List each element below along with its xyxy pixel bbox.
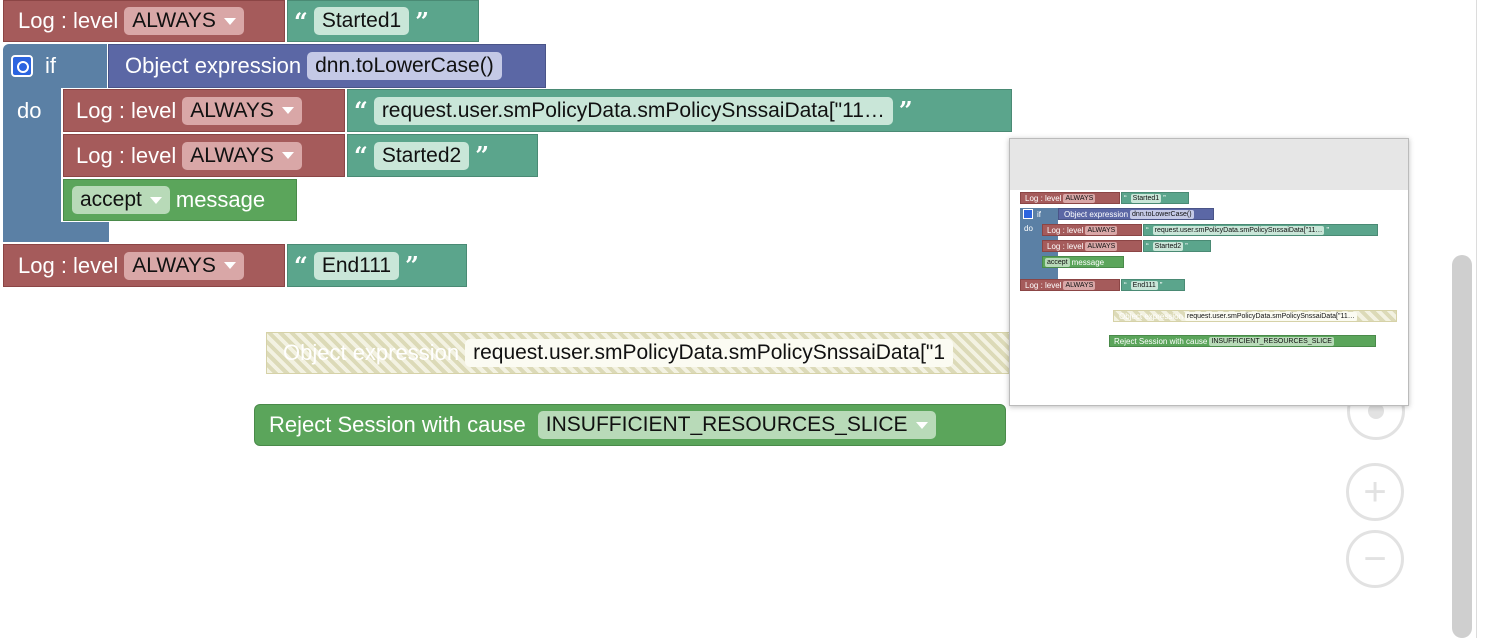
minimap-log-block-3: Log : level ALWAYS — [1042, 240, 1142, 252]
minus-icon: − — [1363, 536, 1387, 581]
minimap-viewport[interactable] — [1010, 139, 1408, 190]
close-quote-icon: ” — [475, 141, 490, 170]
text-field[interactable]: End111 — [313, 251, 400, 280]
minimap-accept-block: accept message — [1042, 256, 1124, 268]
open-quote-icon: “ — [294, 6, 308, 36]
close-quote-icon: ” — [405, 251, 419, 280]
log-block-1[interactable]: Log : level ALWAYS — [3, 0, 285, 42]
reject-session-block[interactable]: Reject Session with cause INSUFFICIENT_R… — [254, 404, 1006, 446]
log-label: Log : level — [18, 8, 119, 33]
if-label: if — [45, 53, 56, 78]
chevron-down-icon — [281, 107, 294, 115]
log-block-3[interactable]: Log : level ALWAYS — [63, 134, 345, 177]
minimap-log-block-1: Log : level ALWAYS — [1020, 192, 1120, 204]
text-block-2[interactable]: “ request.user.smPolicyData.smPolicySnss… — [347, 89, 1012, 132]
object-expression-label: Object expression — [125, 53, 302, 78]
do-label: do — [17, 98, 42, 123]
minimap[interactable]: Log : level ALWAYS “Started1” if do Obje… — [1009, 138, 1409, 406]
text-field[interactable]: request.user.smPolicyData.smPolicySnssai… — [373, 96, 893, 125]
object-expression-block[interactable]: Object expression dnn.toLowerCase() — [108, 44, 546, 88]
minimap-text-block-4: “End111” — [1121, 279, 1185, 291]
text-field[interactable]: Started1 — [313, 7, 410, 35]
minimap-text-block-2: “request.user.smPolicyData.smPolicySnssa… — [1143, 224, 1378, 236]
vertical-scrollbar[interactable] — [1452, 255, 1472, 638]
disabled-object-expression-block[interactable]: Object expression request.user.smPolicyD… — [266, 332, 1010, 374]
minimap-text-block-3: “Started2” — [1143, 240, 1211, 252]
if-block-header[interactable]: if — [3, 44, 107, 88]
log-block-4[interactable]: Log : level ALWAYS — [3, 244, 285, 287]
object-expression-field[interactable]: request.user.smPolicyData.smPolicySnssai… — [465, 339, 954, 367]
minimap-gear-icon — [1023, 209, 1033, 219]
text-field[interactable]: Started2 — [373, 141, 470, 170]
blockly-workspace[interactable]: Log : level ALWAYS “ Started1 ” if do Ob… — [0, 0, 1476, 638]
log-level-dropdown[interactable]: ALWAYS — [124, 7, 244, 35]
workspace-edge — [1476, 0, 1477, 638]
chevron-down-icon — [915, 421, 928, 429]
message-label: message — [175, 187, 266, 212]
accept-dropdown[interactable]: accept — [72, 186, 170, 214]
object-expression-field[interactable]: dnn.toLowerCase() — [307, 52, 502, 80]
chevron-down-icon — [223, 17, 236, 25]
if-block-spine[interactable]: do — [3, 88, 61, 242]
minimap-object-expression-block: Object expression dnn.toLowerCase() — [1058, 208, 1214, 220]
zoom-out-button[interactable]: − — [1346, 530, 1404, 588]
log-label: Log : level — [76, 97, 177, 123]
gear-icon[interactable] — [11, 55, 33, 77]
zoom-in-button[interactable]: + — [1346, 463, 1404, 521]
object-expression-label: Object expression — [283, 340, 460, 365]
open-quote-icon: “ — [294, 251, 308, 280]
text-block-3[interactable]: “ Started2 ” — [347, 134, 538, 177]
open-quote-icon: “ — [354, 96, 368, 125]
minimap-log-block-4: Log : level ALWAYS — [1020, 279, 1120, 291]
open-quote-icon: “ — [354, 141, 368, 170]
reject-session-label: Reject Session with cause — [269, 412, 526, 437]
log-level-dropdown[interactable]: ALWAYS — [182, 141, 302, 170]
chevron-down-icon — [149, 196, 162, 204]
log-label: Log : level — [18, 252, 119, 278]
chevron-down-icon — [281, 152, 294, 160]
close-quote-icon: ” — [415, 6, 430, 36]
minimap-text-block-1: “Started1” — [1121, 192, 1189, 204]
text-block-1[interactable]: “ Started1 ” — [287, 0, 479, 42]
accept-message-block[interactable]: accept message — [63, 179, 297, 221]
log-level-dropdown[interactable]: ALWAYS — [182, 96, 302, 125]
chevron-down-icon — [223, 262, 236, 270]
log-level-dropdown[interactable]: ALWAYS — [124, 251, 244, 280]
plus-icon: + — [1363, 469, 1387, 514]
close-quote-icon: ” — [898, 96, 913, 125]
minimap-log-block-2: Log : level ALWAYS — [1042, 224, 1142, 236]
log-block-2[interactable]: Log : level ALWAYS — [63, 89, 345, 132]
if-block-footer — [3, 222, 109, 242]
minimap-disabled-object-expression: Object expression request.user.smPolicyD… — [1113, 310, 1397, 322]
cause-dropdown[interactable]: INSUFFICIENT_RESOURCES_SLICE — [537, 411, 936, 439]
text-block-4[interactable]: “ End111 ” — [287, 244, 467, 287]
log-label: Log : level — [76, 142, 177, 168]
minimap-reject-session-block: Reject Session with cause INSUFFICIENT_R… — [1109, 335, 1376, 347]
